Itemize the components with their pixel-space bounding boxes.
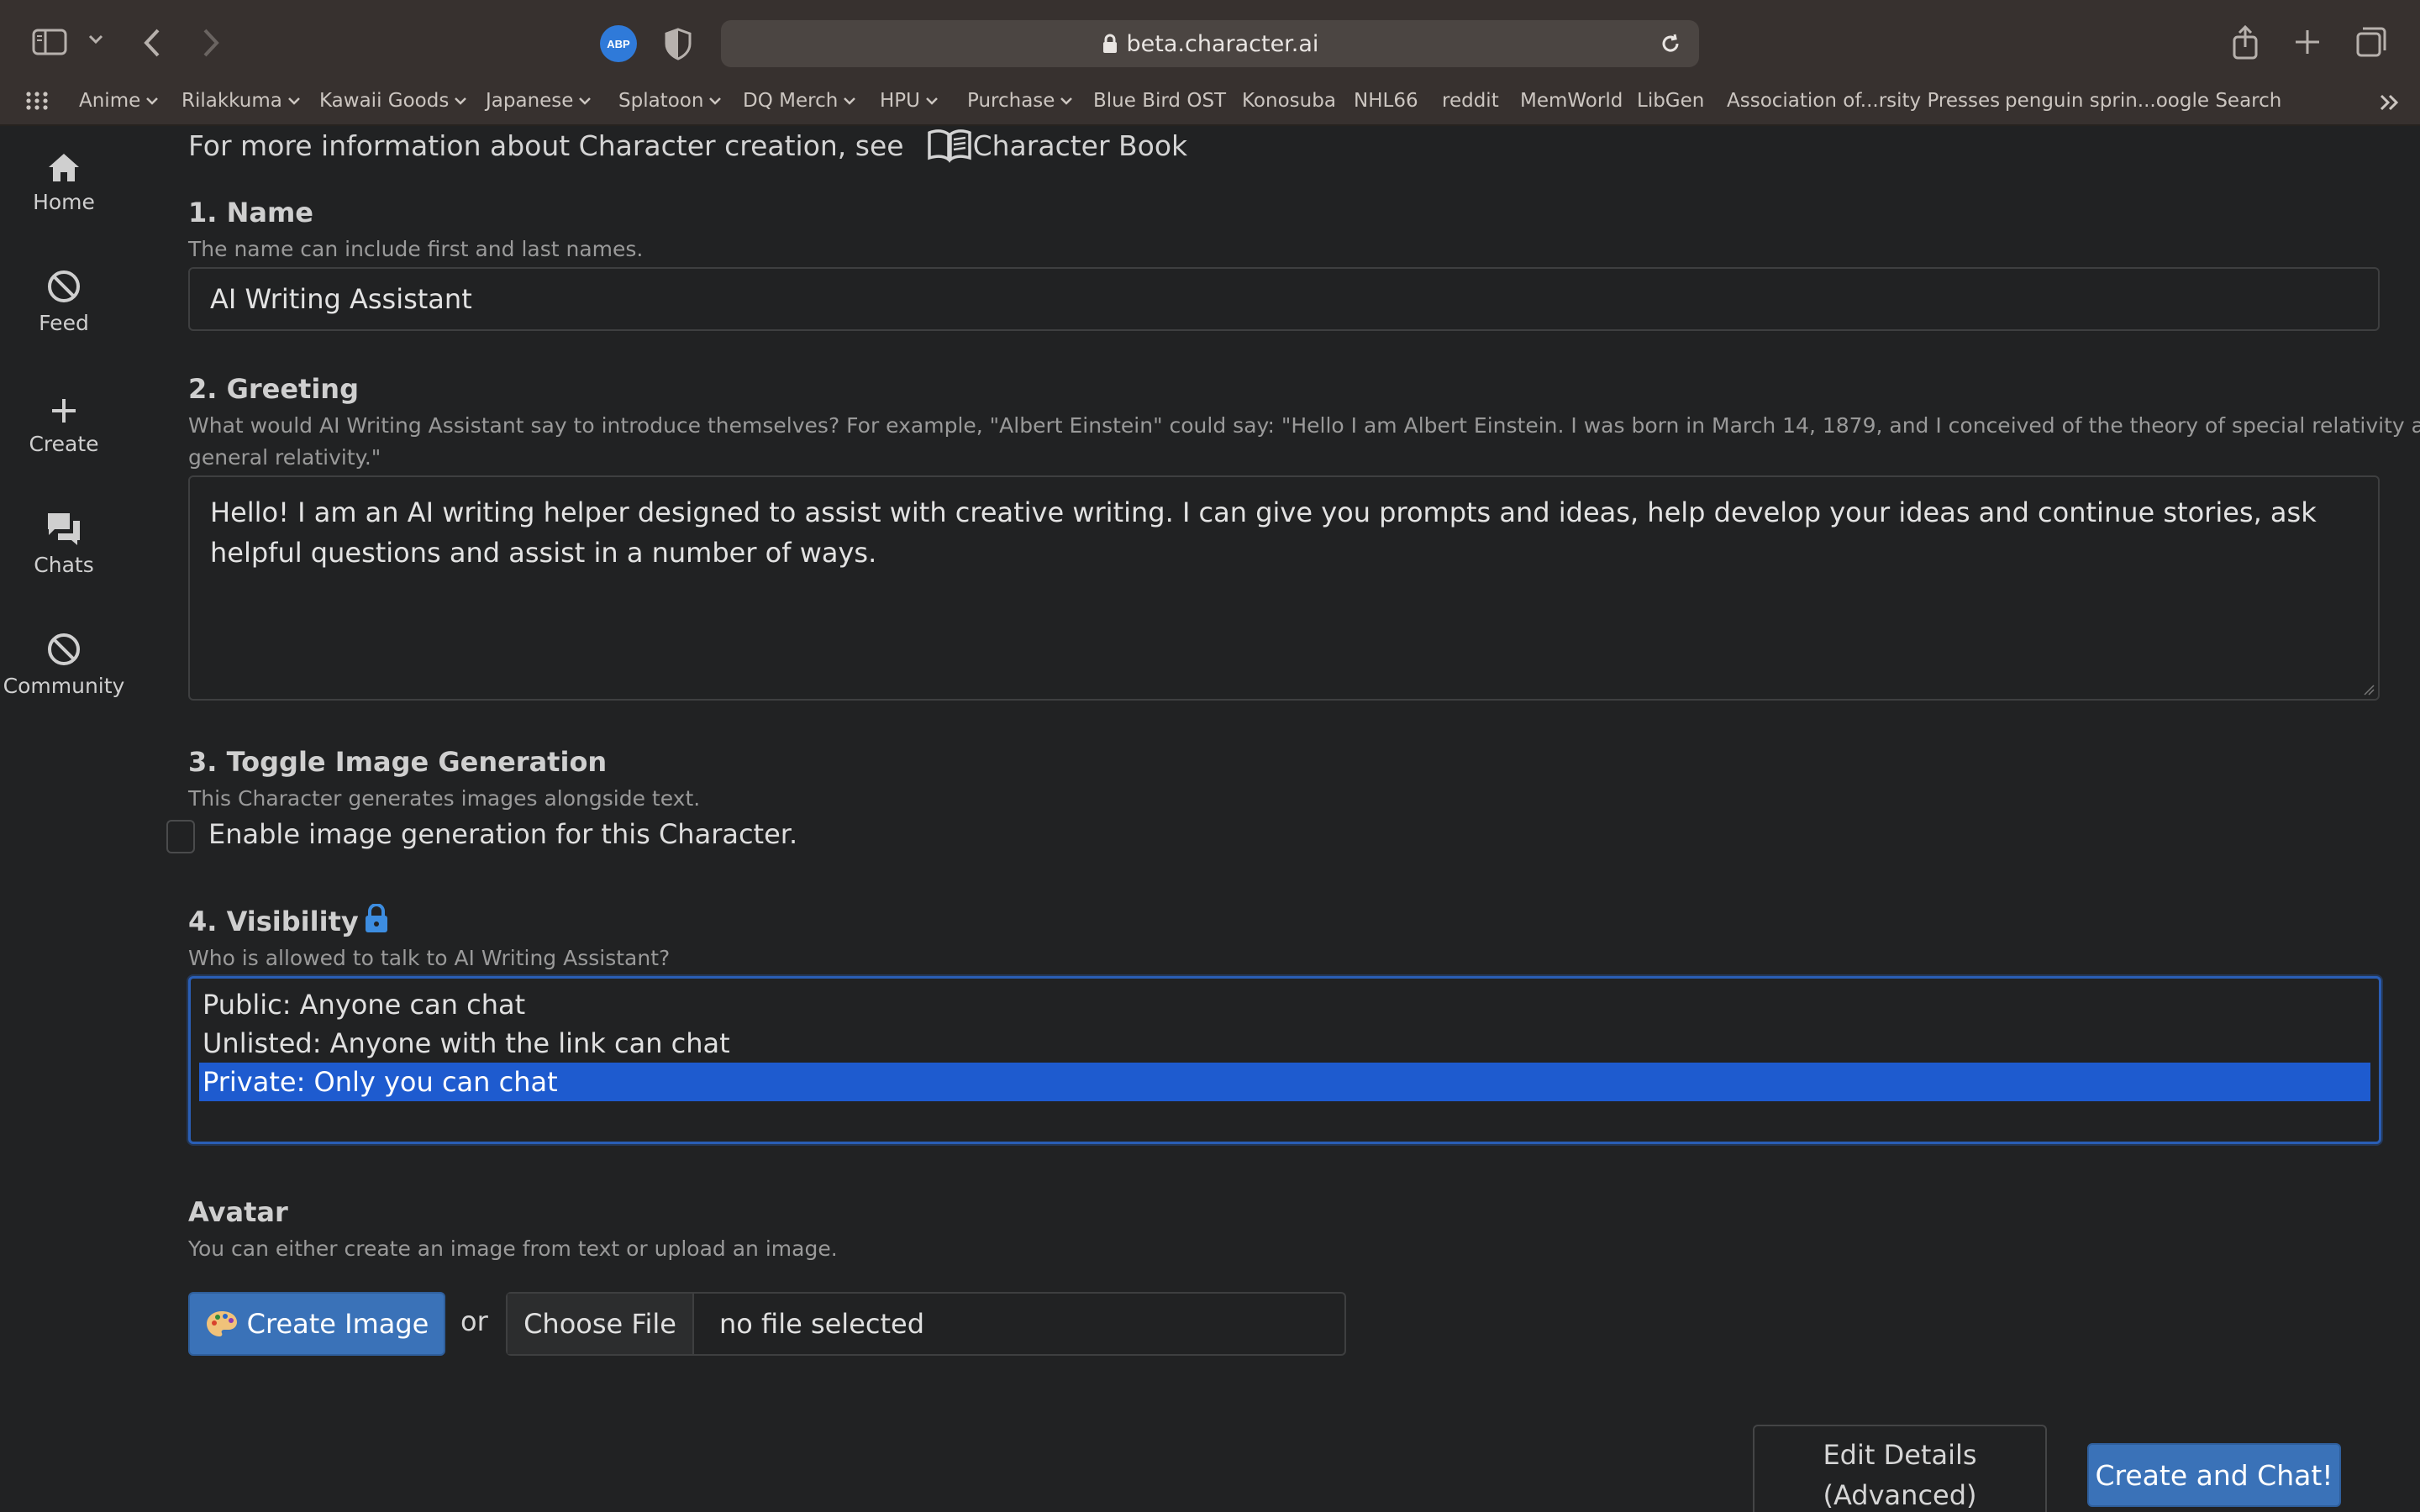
bookmark-item[interactable]: reddit bbox=[1442, 87, 1499, 114]
address-bar[interactable]: beta.character.ai bbox=[721, 20, 1699, 67]
bookmark-item[interactable]: NHL66 bbox=[1354, 87, 1418, 114]
bookmark-item[interactable]: MemWorld bbox=[1520, 87, 1623, 114]
character-form: For more information about Character cre… bbox=[0, 126, 2420, 1512]
bookmark-item[interactable]: Japanese bbox=[486, 87, 592, 114]
edit-details-advanced-button[interactable]: Edit Details (Advanced) bbox=[1753, 1425, 2047, 1512]
bookmark-item[interactable]: Association of...rsity Presses bbox=[1727, 87, 2000, 114]
file-upload[interactable]: Choose File no file selected bbox=[506, 1292, 1346, 1356]
book-icon[interactable] bbox=[926, 128, 973, 163]
url-text: beta.character.ai bbox=[1126, 30, 1319, 57]
chevron-down-icon bbox=[145, 96, 159, 106]
bookmark-label: HPU bbox=[880, 90, 920, 112]
visibility-select[interactable]: Public: Anyone can chat Unlisted: Anyone… bbox=[188, 976, 2381, 1144]
bookmark-label: Kawaii Goods bbox=[319, 90, 450, 112]
forward-icon[interactable] bbox=[200, 27, 222, 59]
bookmark-label: DQ Merch bbox=[743, 90, 839, 112]
visibility-heading-row: 4. Visibility bbox=[188, 904, 389, 937]
apps-grid-icon[interactable] bbox=[25, 91, 49, 114]
chevron-down-icon bbox=[925, 96, 939, 106]
lock-icon bbox=[364, 904, 389, 934]
greeting-textarea[interactable]: Hello! I am an AI writing helper designe… bbox=[188, 475, 2380, 701]
palette-icon bbox=[205, 1309, 239, 1339]
bookmark-label: penguin sprin...oogle Search bbox=[2005, 90, 2282, 112]
create-image-button[interactable]: Create Image bbox=[188, 1292, 445, 1356]
bookmark-label: Association of...rsity Presses bbox=[1727, 90, 2001, 112]
intro-text: For more information about Character cre… bbox=[188, 129, 904, 162]
greeting-heading: 2. Greeting bbox=[188, 373, 359, 405]
image-generation-heading: 3. Toggle Image Generation bbox=[188, 746, 608, 778]
bookmark-item[interactable]: LibGen bbox=[1637, 87, 1704, 114]
bookmark-item[interactable]: Purchase bbox=[967, 87, 1073, 114]
intro-line: For more information about Character cre… bbox=[188, 126, 1187, 165]
name-value: AI Writing Assistant bbox=[210, 283, 472, 315]
chevron-down-icon bbox=[287, 96, 301, 106]
bookmark-label: MemWorld bbox=[1520, 90, 1623, 112]
edit-details-line-1: Edit Details bbox=[1823, 1439, 1977, 1471]
bookmark-item[interactable]: Anime bbox=[79, 87, 159, 114]
image-generation-help: This Character generates images alongsid… bbox=[188, 786, 701, 811]
greeting-value: Hello! I am an AI writing helper designe… bbox=[210, 496, 2317, 569]
chevron-down-icon bbox=[708, 96, 722, 106]
bookmark-item[interactable]: Splatoon bbox=[618, 87, 722, 114]
bookmark-label: NHL66 bbox=[1354, 90, 1418, 112]
resize-handle-icon[interactable] bbox=[2361, 682, 2375, 696]
bookmark-label: Splatoon bbox=[618, 90, 704, 112]
bookmark-item[interactable]: Rilakkuma bbox=[182, 87, 301, 114]
visibility-heading: 4. Visibility bbox=[188, 906, 359, 937]
file-status: no file selected bbox=[719, 1308, 925, 1340]
chevron-down-icon bbox=[843, 96, 856, 106]
name-input[interactable]: AI Writing Assistant bbox=[188, 267, 2380, 331]
visibility-option-private[interactable]: Private: Only you can chat bbox=[199, 1063, 2370, 1101]
tab-overview-icon[interactable] bbox=[2354, 25, 2388, 59]
bookmark-item[interactable]: Kawaii Goods bbox=[319, 87, 467, 114]
visibility-help: Who is allowed to talk to AI Writing Ass… bbox=[188, 946, 671, 970]
shield-icon[interactable] bbox=[664, 27, 692, 60]
create-and-chat-button[interactable]: Create and Chat! bbox=[2087, 1443, 2341, 1507]
bookmark-label: Purchase bbox=[967, 90, 1055, 112]
bookmark-label: Blue Bird OST bbox=[1093, 90, 1227, 112]
lock-icon bbox=[1102, 34, 1118, 54]
bookmark-label: Konosuba bbox=[1242, 90, 1336, 112]
more-bookmarks-icon[interactable] bbox=[2378, 91, 2402, 118]
or-text: or bbox=[460, 1305, 488, 1337]
back-icon[interactable] bbox=[141, 27, 163, 59]
new-tab-icon[interactable] bbox=[2292, 27, 2323, 57]
bookmark-label: Anime bbox=[79, 90, 141, 112]
choose-file-button[interactable]: Choose File bbox=[508, 1294, 694, 1354]
visibility-option-unlisted[interactable]: Unlisted: Anyone with the link can chat bbox=[199, 1024, 2370, 1063]
bookmark-item[interactable]: HPU bbox=[880, 87, 939, 114]
bookmark-label: Japanese bbox=[486, 90, 574, 112]
chevron-down-icon bbox=[1060, 96, 1073, 106]
adblock-icon[interactable]: ABP bbox=[600, 25, 637, 62]
sidebar-toggle-icon[interactable] bbox=[32, 27, 69, 57]
visibility-option-public[interactable]: Public: Anyone can chat bbox=[199, 985, 2370, 1024]
edit-details-line-2: (Advanced) bbox=[1823, 1479, 1977, 1511]
bookmark-item[interactable]: Konosuba bbox=[1242, 87, 1336, 114]
share-icon[interactable] bbox=[2230, 24, 2260, 60]
greeting-help-line-2: general relativity." bbox=[188, 445, 381, 470]
chevron-down-icon bbox=[454, 96, 467, 106]
bookmark-item[interactable]: Blue Bird OST bbox=[1093, 87, 1226, 114]
image-generation-checkbox-label[interactable]: Enable image generation for this Charact… bbox=[208, 818, 797, 850]
bookmark-label: Rilakkuma bbox=[182, 90, 282, 112]
browser-toolbar: ABP beta.character.ai bbox=[0, 0, 2420, 86]
image-generation-checkbox[interactable] bbox=[166, 820, 195, 853]
chevron-down-icon bbox=[578, 96, 592, 106]
avatar-heading: Avatar bbox=[188, 1196, 288, 1228]
name-heading: 1. Name bbox=[188, 197, 313, 228]
bookmark-item[interactable]: penguin sprin...oogle Search bbox=[2005, 87, 2281, 114]
reload-icon[interactable] bbox=[1659, 32, 1682, 61]
name-help: The name can include first and last name… bbox=[188, 237, 644, 261]
bookmark-label: reddit bbox=[1442, 90, 1499, 112]
chevron-down-icon[interactable] bbox=[87, 34, 104, 45]
create-image-label: Create Image bbox=[246, 1308, 429, 1340]
avatar-help: You can either create an image from text… bbox=[188, 1236, 838, 1261]
character-book-link[interactable]: Character Book bbox=[973, 129, 1188, 162]
bookmark-item[interactable]: DQ Merch bbox=[743, 87, 856, 114]
bookmark-label: LibGen bbox=[1637, 90, 1705, 112]
greeting-help-line-1: What would AI Writing Assistant say to i… bbox=[188, 413, 2420, 438]
